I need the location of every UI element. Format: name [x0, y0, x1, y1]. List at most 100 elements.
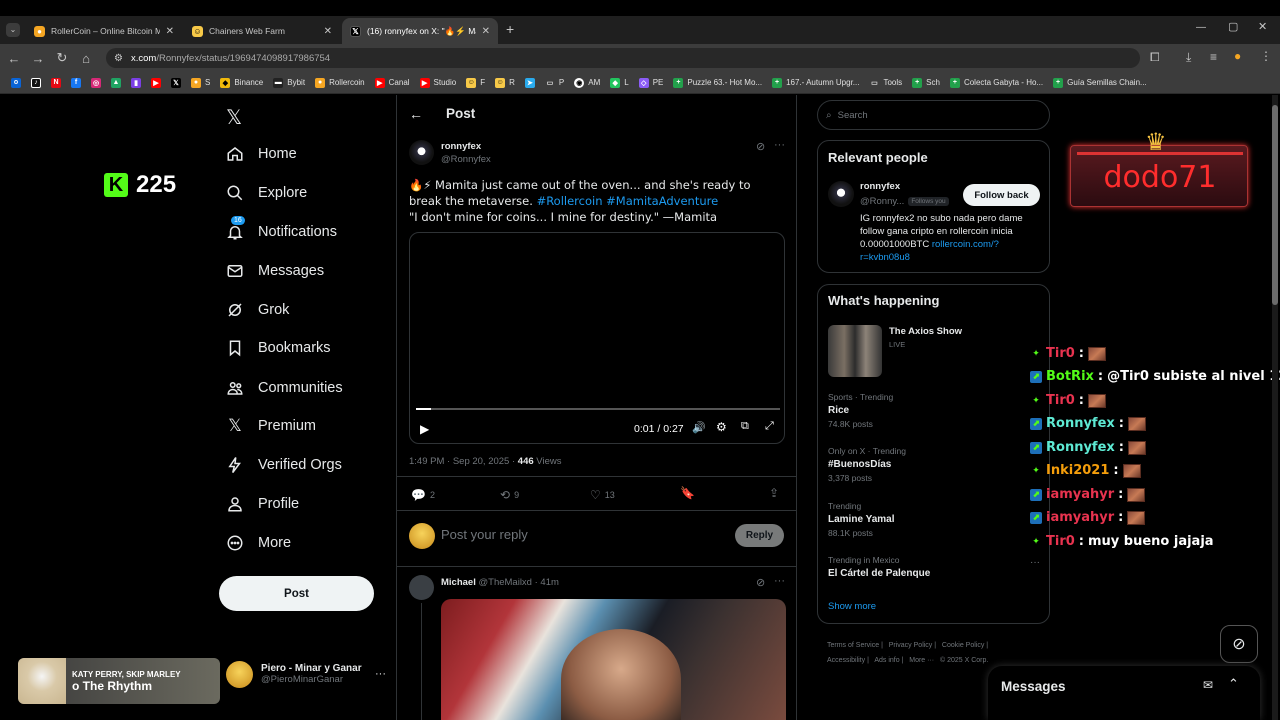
footer-link[interactable]: Cookie Policy [942, 642, 984, 649]
share-icon[interactable]: ⇪ [769, 486, 779, 500]
bookmark-autumn[interactable]: +167.- Autumn Upgr... [767, 74, 864, 92]
bookmark-youtube[interactable]: ▶ [146, 74, 166, 92]
like-action[interactable]: ♡ 13 [590, 488, 615, 502]
trend-item[interactable]: Only on X · Trending #BuenosDías 3,378 p… [828, 446, 906, 483]
hashtag-link[interactable]: #MamitaAdventure [606, 194, 718, 208]
media-control-icon[interactable]: ≡ [1210, 50, 1217, 64]
video-player[interactable]: ▶ 0:01 / 0:27 🔊 ⚙ ⧉ ⤢ [409, 232, 785, 444]
person-name[interactable]: ronnyfex [860, 181, 900, 192]
author-avatar[interactable] [409, 140, 434, 165]
bookmark-f[interactable]: ☺ F [461, 74, 490, 92]
back-arrow-icon[interactable]: ← [2, 51, 26, 66]
scrollbar-thumb[interactable] [1272, 105, 1278, 305]
footer-link[interactable]: Ads info [874, 657, 899, 664]
trend-item[interactable]: Trending Lamine Yamal 88.1K posts [828, 501, 895, 538]
home-icon[interactable]: ⌂ [74, 51, 98, 66]
bookmark-folder-tools[interactable]: ▭ Tools [864, 74, 907, 92]
nav-bookmarks[interactable]: Bookmarks [226, 333, 331, 363]
more-icon[interactable]: ··· [774, 139, 785, 151]
volume-icon[interactable]: 🔊 [692, 421, 706, 434]
nav-messages[interactable]: Messages [226, 256, 324, 286]
bookmark-drive[interactable]: ▲ [106, 74, 126, 92]
show-more-link[interactable]: Show more [828, 601, 876, 612]
x-logo-icon[interactable]: 𝕏 [226, 105, 242, 130]
bookmark-am[interactable]: ◉ AM [569, 74, 605, 92]
maximize-button[interactable]: ▢ [1228, 20, 1238, 33]
reply-author[interactable]: Michael @TheMailxd · 41m [441, 577, 559, 588]
trend-item[interactable]: Trending in Mexico El Cártel de Palenque [828, 555, 930, 579]
bookmark-r[interactable]: ☺ R [490, 74, 520, 92]
footer-link[interactable]: Terms of Service [827, 642, 879, 649]
nav-verified-orgs[interactable]: Verified Orgs [226, 450, 342, 480]
account-switcher[interactable]: Piero - Minar y Ganar @PieroMinarGanar ·… [226, 659, 386, 689]
bookmark-s[interactable]: ● S [186, 74, 215, 92]
bookmark-icon[interactable]: 🔖 [680, 486, 695, 500]
reload-icon[interactable]: ↻ [50, 50, 74, 66]
bookmark-l[interactable]: ◆ L [605, 74, 633, 92]
bookmark-x[interactable]: 𝕏 [166, 74, 186, 92]
author-name[interactable]: ronnyfex [441, 141, 481, 152]
bookmark-rollercoin[interactable]: ● Rollercoin [310, 74, 370, 92]
avatar[interactable] [828, 181, 854, 207]
bookmark-sch[interactable]: + Sch [907, 74, 945, 92]
live-title[interactable]: The Axios Show [889, 326, 962, 337]
follow-back-button[interactable]: Follow back [963, 184, 1040, 206]
new-tab-button[interactable]: + [506, 21, 514, 37]
bookmark-tiktok[interactable]: ♪ [26, 74, 46, 92]
avatar[interactable] [409, 575, 434, 600]
bookmark-instagram[interactable]: ◎ [86, 74, 106, 92]
bookmark-outlook[interactable]: o [6, 74, 26, 92]
tab-search-button[interactable]: ⌄ [6, 23, 20, 37]
play-icon[interactable]: ▶ [420, 422, 429, 436]
bookmark-facebook[interactable]: f [66, 74, 86, 92]
author-handle[interactable]: @Ronnyfex [441, 154, 491, 165]
search-input[interactable]: ⌕ Search [817, 100, 1050, 130]
grok-icon[interactable]: ⊘ [756, 576, 765, 589]
bookmark-canal[interactable]: ▶ Canal [370, 74, 415, 92]
nav-premium[interactable]: 𝕏 Premium [226, 411, 316, 441]
bookmark-netflix[interactable]: N [46, 74, 66, 92]
nav-grok[interactable]: Grok [226, 295, 289, 325]
messages-drawer[interactable]: Messages ✉ ⌃ [988, 666, 1260, 720]
fullscreen-icon[interactable]: ⤢ [765, 420, 774, 433]
downloads-icon[interactable]: ⤓ [1186, 50, 1191, 65]
bookmark-bybit[interactable]: ▬ Bybit [268, 74, 310, 92]
nav-home[interactable]: Home [226, 139, 297, 169]
minimize-button[interactable]: — [1196, 22, 1206, 33]
forward-arrow-icon[interactable]: → [26, 51, 50, 66]
expand-icon[interactable]: ⌃ [1228, 676, 1239, 692]
close-icon[interactable]: ✕ [324, 26, 332, 37]
more-icon[interactable]: ··· [774, 575, 785, 587]
grok-icon[interactable]: ⊘ [756, 140, 765, 153]
grok-fab-icon[interactable]: ⊘ [1220, 625, 1258, 663]
footer-link[interactable]: More ··· [909, 657, 934, 664]
tab-x-post[interactable]: 𝕏 (16) ronnyfex on X: "🔥⚡ Mamita ✕ [342, 18, 498, 44]
hashtag-link[interactable]: #Rollercoin [537, 194, 603, 208]
more-icon[interactable]: ··· [375, 668, 386, 680]
reply-action[interactable]: 💬 2 [411, 488, 435, 502]
nav-more[interactable]: More [226, 528, 291, 558]
bookmark-puzzle[interactable]: + Puzzle 63.- Hot Mo... [668, 74, 767, 92]
tab-chainers[interactable]: ☺ Chainers Web Farm ✕ [184, 18, 340, 44]
video-progress-track[interactable] [416, 408, 780, 410]
new-message-icon[interactable]: ✉ [1203, 678, 1213, 692]
repost-action[interactable]: ⟲ 9 [500, 488, 519, 502]
address-bar[interactable]: ⚙ x.com/Ronnyfex/status/1969474098917986… [106, 48, 1140, 68]
nav-communities[interactable]: Communities [226, 373, 343, 403]
footer-link[interactable]: Accessibility [827, 657, 865, 664]
bookmark-colecta[interactable]: + Colecta Gabyta - Ho... [945, 74, 1048, 92]
reply-media-image[interactable] [441, 599, 786, 720]
site-info-icon[interactable]: ⚙ [114, 53, 123, 64]
post-button[interactable]: Post [219, 576, 374, 611]
nav-profile[interactable]: Profile [226, 489, 299, 519]
live-thumbnail[interactable] [828, 325, 882, 377]
close-icon[interactable]: ✕ [482, 26, 490, 37]
pip-icon[interactable]: ⧉ [741, 420, 749, 433]
bookmark-telegram[interactable]: ➤ [520, 74, 540, 92]
nav-notifications[interactable]: 16 Notifications [226, 216, 337, 247]
tab-rollercoin[interactable]: ● RollerCoin – Online Bitcoin Mining ✕ [26, 18, 182, 44]
extensions-icon[interactable]: ⧠ [1150, 50, 1160, 65]
menu-kebab-icon[interactable]: ⋮ [1260, 49, 1272, 63]
bookmark-chart[interactable]: ▮ [126, 74, 146, 92]
footer-link[interactable]: Privacy Policy [889, 642, 933, 649]
